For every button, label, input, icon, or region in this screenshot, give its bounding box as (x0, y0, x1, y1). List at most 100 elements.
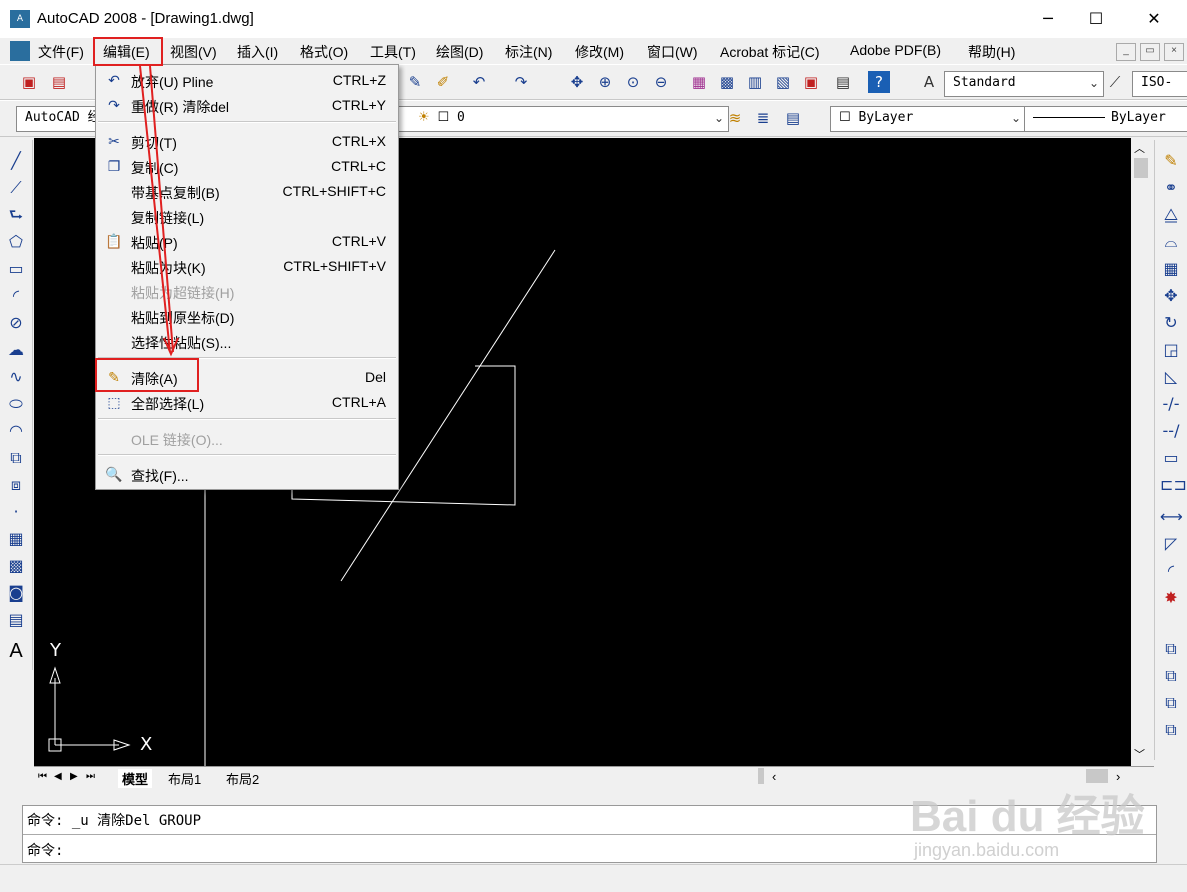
copy-object-icon[interactable]: ⚭ (1160, 177, 1182, 199)
color-select[interactable]: ☐ ByLayer ⌄ (830, 106, 1026, 132)
tab-layout1[interactable]: 布局1 (168, 769, 201, 788)
maximize-button[interactable]: ☐ (1073, 0, 1119, 38)
menu-item-paste-as-block[interactable]: 粘贴为块(K) CTRL+SHIFT+V (96, 254, 398, 279)
extend-icon[interactable]: --/ (1160, 420, 1182, 442)
menu-item-paste-special[interactable]: 选择性粘贴(S)... (96, 329, 398, 354)
menu-item-undo[interactable]: ↶ 放弃(U) Pline CTRL+Z (96, 68, 398, 93)
paint-icon[interactable]: ✐ (432, 71, 454, 93)
ellipse-arc-icon[interactable]: ◠ (5, 420, 27, 442)
tab-nav-next-icon[interactable]: ▶ (70, 771, 78, 782)
draw-order-above-icon[interactable]: ⧉ (1160, 692, 1182, 714)
tab-model[interactable]: 模型 (118, 769, 153, 788)
menu-item-copy-with-base[interactable]: 带基点复制(B) CTRL+SHIFT+C (96, 179, 398, 204)
redo-toolbar-icon[interactable]: ↷ (510, 71, 532, 93)
polygon-icon[interactable]: ⬠ (5, 231, 27, 253)
point-icon[interactable]: · (5, 501, 27, 523)
menu-tools[interactable]: 工具(T) (370, 42, 416, 62)
trim-icon[interactable]: -/- (1160, 393, 1182, 415)
break-at-point-icon[interactable]: ▭ (1160, 447, 1182, 469)
menu-item-copy-link[interactable]: 复制链接(L) (96, 204, 398, 229)
undo-toolbar-icon[interactable]: ↶ (468, 71, 490, 93)
gradient-icon[interactable]: ▩ (5, 555, 27, 577)
menu-draw[interactable]: 绘图(D) (436, 42, 483, 62)
text-style-select[interactable]: Standard ⌄ (944, 71, 1104, 97)
menu-item-copy[interactable]: ❐ 复制(C) CTRL+C (96, 154, 398, 179)
document-icon[interactable] (10, 41, 30, 61)
draw-order-under-icon[interactable]: ⧉ (1160, 719, 1182, 741)
rectangle-icon[interactable]: ▭ (5, 258, 27, 280)
pdf-settings-icon[interactable]: ▤ (48, 71, 70, 93)
scroll-thumb[interactable] (1134, 158, 1148, 178)
tab-nav-first-icon[interactable]: ⏮ (38, 771, 47, 782)
fillet-icon[interactable]: ◜ (1160, 560, 1182, 582)
menu-edit[interactable]: 编辑(E) (103, 42, 150, 62)
tab-nav-prev-icon[interactable]: ◀ (54, 771, 62, 782)
scroll-left-icon[interactable]: ‹ (772, 769, 776, 784)
join-icon[interactable]: ⟷ (1160, 506, 1183, 528)
match-properties-icon[interactable]: ✎ (404, 71, 426, 93)
menu-file[interactable]: 文件(F) (38, 42, 84, 62)
tab-layout2[interactable]: 布局2 (226, 769, 259, 788)
menu-item-select-all[interactable]: ⬚ 全部选择(L) CTRL+A (96, 390, 398, 415)
dim-style-icon[interactable]: ⟋ (1104, 71, 1126, 93)
layer-properties-icon[interactable]: ▤ (782, 107, 804, 129)
move-icon[interactable]: ✥ (1160, 285, 1182, 307)
table-icon[interactable]: ▤ (5, 609, 27, 631)
dim-style-select[interactable]: ISO- (1132, 71, 1187, 97)
close-button[interactable]: ✕ (1131, 0, 1177, 38)
polyline-icon[interactable]: ⮑ (5, 204, 27, 226)
command-prompt[interactable]: 命令: (27, 840, 63, 860)
erase-toolbar-icon[interactable]: ✎ (1160, 150, 1182, 172)
menu-help[interactable]: 帮助(H) (968, 42, 1015, 62)
menu-item-redo[interactable]: ↷ 重做(R) 清除del CTRL+Y (96, 93, 398, 118)
menu-item-paste[interactable]: 📋 粘贴(P) CTRL+V (96, 229, 398, 254)
circle-icon[interactable]: ⊘ (5, 312, 27, 334)
construction-line-icon[interactable]: ⟋ (5, 177, 27, 199)
arc-icon[interactable]: ◜ (5, 285, 27, 307)
spline-icon[interactable]: ∿ (5, 366, 27, 388)
menu-insert[interactable]: 插入(I) (237, 42, 278, 62)
region-icon[interactable]: ◙ (5, 582, 27, 604)
draw-order-front-icon[interactable]: ⧉ (1160, 638, 1182, 660)
menu-view[interactable]: 视图(V) (170, 42, 217, 62)
menu-item-clear[interactable]: ✎ 清除(A) Del (96, 365, 398, 390)
calculator-icon[interactable]: ▤ (832, 71, 854, 93)
menu-dimension[interactable]: 标注(N) (505, 42, 552, 62)
menu-item-find[interactable]: 🔍 查找(F)... (96, 462, 398, 487)
pan-icon[interactable]: ✥ (566, 71, 588, 93)
mdi-restore-button[interactable]: ▭ (1140, 43, 1160, 61)
mdi-minimize-button[interactable]: _ (1116, 43, 1136, 61)
mdi-close-button[interactable]: × (1164, 43, 1184, 61)
menu-format[interactable]: 格式(O) (300, 42, 348, 62)
layer-state-icon[interactable]: ≣ (752, 107, 774, 129)
make-block-icon[interactable]: ⧈ (5, 474, 27, 496)
menu-acrobat[interactable]: Acrobat 标记(C) (720, 42, 820, 62)
revision-cloud-icon[interactable]: ☁ (5, 339, 27, 361)
menu-adobe-pdf[interactable]: Adobe PDF(B) (850, 42, 941, 58)
tool-palettes-icon[interactable]: ▥ (744, 71, 766, 93)
autocad-app-icon[interactable]: A (10, 10, 30, 28)
layer-select[interactable]: ☀ ☐ 0 ⌄ (398, 106, 729, 132)
line-icon[interactable]: ╱ (5, 150, 27, 172)
zoom-window-icon[interactable]: ⊙ (622, 71, 644, 93)
design-center-icon[interactable]: ▩ (716, 71, 738, 93)
mirror-icon[interactable]: ⧋ (1160, 204, 1182, 226)
explode-icon[interactable]: ✸ (1160, 587, 1182, 609)
sheet-set-icon[interactable]: ▧ (772, 71, 794, 93)
vertical-scrollbar[interactable]: ︿ ﹀ (1131, 138, 1151, 766)
minimize-button[interactable]: ─ (1025, 0, 1071, 38)
hatch-icon[interactable]: ▦ (5, 528, 27, 550)
offset-icon[interactable]: ⌓ (1160, 231, 1182, 253)
break-icon[interactable]: ⊏⊐ (1160, 474, 1187, 496)
chamfer-icon[interactable]: ◸ (1160, 533, 1182, 555)
menu-item-cut[interactable]: ✂ 剪切(T) CTRL+X (96, 129, 398, 154)
zoom-realtime-icon[interactable]: ⊕ (594, 71, 616, 93)
menu-modify[interactable]: 修改(M) (575, 42, 624, 62)
markup-icon[interactable]: ▣ (800, 71, 822, 93)
menu-item-paste-original-coords[interactable]: 粘贴到原坐标(D) (96, 304, 398, 329)
multiline-text-icon[interactable]: A (5, 640, 27, 662)
stretch-icon[interactable]: ◺ (1160, 366, 1182, 388)
draw-order-back-icon[interactable]: ⧉ (1160, 665, 1182, 687)
scale-icon[interactable]: ◲ (1160, 339, 1182, 361)
pdf-icon[interactable]: ▣ (18, 71, 40, 93)
